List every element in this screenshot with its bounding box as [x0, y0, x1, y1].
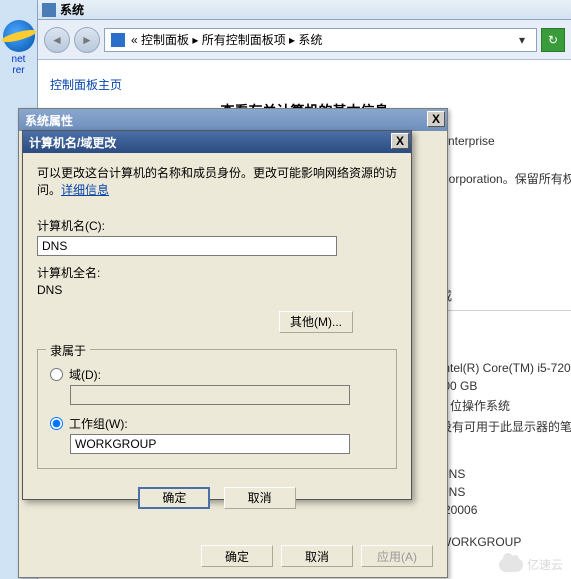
domain-input [70, 385, 350, 405]
edition-text: Enterprise [440, 134, 571, 148]
ram-text: .00 GB [440, 379, 571, 393]
sysprops-button-row: 确定 取消 应用(A) [201, 545, 433, 567]
control-panel-home-link[interactable]: 控制面板主页 [50, 76, 559, 93]
address-path: « 控制面板 ▸ 所有控制面板项 ▸ 系统 [131, 31, 514, 48]
pen-text: 没有可用于此显示器的笔或触 [440, 418, 571, 435]
address-dropdown-icon[interactable]: ▾ [514, 33, 530, 47]
ie-logo-icon [3, 20, 35, 52]
watermark-text: 亿速云 [527, 556, 563, 573]
member-of-groupbox: 隶属于 域(D): 工作组(W): [37, 349, 397, 469]
nav-forward-button[interactable]: ► [74, 27, 100, 53]
cpu-text: Intel(R) Core(TM) i5-7200 [440, 361, 571, 375]
computer-name-label: 计算机名(C): [37, 217, 397, 234]
cloud-icon [499, 558, 523, 572]
maybe-text: 或 [440, 287, 571, 304]
domain-radio[interactable] [50, 368, 63, 381]
system-icon [42, 3, 56, 17]
sysprops-ok-button[interactable]: 确定 [201, 545, 273, 567]
changedlg-close-button[interactable]: X [391, 133, 409, 149]
detail-link[interactable]: 详细信息 [61, 183, 109, 197]
workgroup-input[interactable] [70, 434, 350, 454]
nav-back-button[interactable]: ◄ [44, 27, 70, 53]
system-info-partial: Enterprise Corporation。保留所有权利 或 Intel(R)… [440, 130, 571, 553]
changedlg-ok-button[interactable]: 确定 [138, 487, 210, 509]
changedlg-description: 可以更改这台计算机的名称和成员身份。更改可能影响网络资源的访问。详细信息 [37, 165, 397, 199]
ie-text-2: rer [0, 65, 37, 76]
changedlg-title: 计算机名/域更改 [29, 136, 116, 150]
ostype-text: 4 位操作系统 [440, 397, 571, 414]
sysprops-apply-button[interactable]: 应用(A) [361, 545, 433, 567]
window-titlebar: 系统 [38, 0, 571, 20]
wg-text: WORKGROUP [440, 535, 571, 549]
copyright-text: Corporation。保留所有权利 [440, 170, 571, 187]
computer-name-input[interactable] [37, 236, 337, 256]
changedlg-titlebar: 计算机名/域更改 X [23, 131, 411, 153]
changedlg-button-row: 确定 取消 [37, 487, 397, 509]
changedlg-cancel-button[interactable]: 取消 [224, 487, 296, 509]
dns2-text: DNS [440, 485, 571, 499]
member-of-legend: 隶属于 [46, 342, 90, 359]
dns1-text: DNS [440, 467, 571, 481]
computer-name-change-dialog: 计算机名/域更改 X 可以更改这台计算机的名称和成员身份。更改可能影响网络资源的… [22, 130, 412, 500]
ie-text-1: net [0, 54, 37, 65]
control-panel-icon [111, 33, 125, 47]
address-bar-row: ◄ ► « 控制面板 ▸ 所有控制面板项 ▸ 系统 ▾ ↻ [38, 20, 571, 60]
watermark: 亿速云 [499, 556, 563, 573]
code-text: -20006 [440, 503, 571, 517]
sysprops-titlebar: 系统属性 X [19, 109, 447, 131]
refresh-button[interactable]: ↻ [541, 28, 565, 52]
window-title: 系统 [60, 1, 84, 18]
address-box[interactable]: « 控制面板 ▸ 所有控制面板项 ▸ 系统 ▾ [104, 28, 537, 52]
sysprops-title: 系统属性 [25, 114, 73, 128]
sysprops-close-button[interactable]: X [427, 111, 445, 127]
other-button[interactable]: 其他(M)... [279, 311, 353, 333]
domain-label: 域(D): [69, 366, 101, 383]
full-name-value: DNS [37, 283, 397, 297]
changedlg-body: 可以更改这台计算机的名称和成员身份。更改可能影响网络资源的访问。详细信息 计算机… [23, 153, 411, 521]
full-name-label: 计算机全名: [37, 264, 397, 281]
workgroup-radio[interactable] [50, 417, 63, 430]
workgroup-label: 工作组(W): [69, 415, 128, 432]
sysprops-cancel-button[interactable]: 取消 [281, 545, 353, 567]
